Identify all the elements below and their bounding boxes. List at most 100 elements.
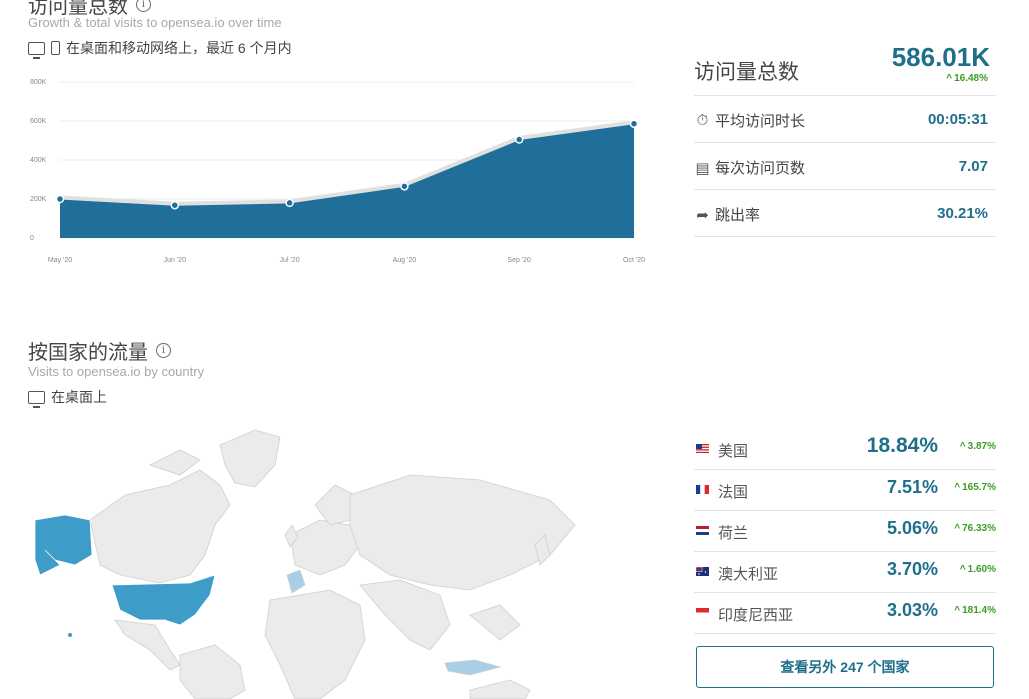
country-name: 澳大利亚: [718, 566, 779, 583]
country-title: 按国家的流量 i: [28, 336, 171, 365]
au-flag-icon: [696, 567, 709, 576]
metric-pages-value: 7.07: [958, 158, 988, 175]
map-arctic-islands[interactable]: [148, 449, 201, 476]
map-australia[interactable]: [469, 679, 531, 699]
map-africa[interactable]: [264, 589, 366, 699]
metric-total-delta: ^ 16.48%: [946, 73, 988, 84]
nl-flag-icon: [696, 526, 709, 535]
metric-bounce-value: 30.21%: [937, 205, 988, 222]
y-tick-label: 600K: [30, 118, 47, 125]
map-mexico[interactable]: [114, 619, 181, 671]
map-france[interactable]: [286, 569, 306, 594]
y-tick-label: 200K: [30, 196, 47, 203]
metric-total-value: 586.01K: [891, 42, 990, 72]
desktop-icon: [28, 390, 45, 408]
x-tick-label: Jul '20: [280, 257, 300, 264]
x-tick-label: Jun '20: [164, 257, 186, 264]
map-middle-east-india[interactable]: [359, 579, 451, 651]
metric-avg-duration-value: 00:05:31: [927, 111, 988, 128]
chart-point[interactable]: [629, 119, 639, 128]
chart-point[interactable]: [55, 194, 65, 204]
info-icon[interactable]: i: [156, 343, 171, 358]
country-pct: 3.03%: [886, 600, 938, 620]
country-device-note: 在桌面上: [51, 389, 107, 405]
country-delta: ^ 76.33%: [954, 523, 996, 534]
country-title-text: 按国家的流量: [28, 342, 148, 364]
map-usa[interactable]: [111, 574, 216, 626]
metric-pages-label-wrap: ▤ 每次访问页数: [694, 157, 805, 178]
chart-point[interactable]: [514, 135, 524, 144]
country-delta-value: 165.7%: [962, 482, 996, 493]
more-countries-button[interactable]: 查看另外 247 个国家: [696, 646, 994, 688]
map-scandinavia[interactable]: [314, 484, 356, 526]
page: 访问量总数 i Growth & total visits to opensea…: [0, 0, 1029, 699]
country-row-fr[interactable]: 法国 7.51% ^ 165.7%: [694, 470, 996, 511]
device-filter: 在桌面和移动网络上，最近 6 个月内: [28, 38, 292, 59]
map-southeast-asia[interactable]: [469, 604, 521, 641]
chart-x-labels: May '20 Jun '20 Jul '20 Aug '20 Sep '20 Oct '…: [48, 257, 645, 264]
country-pct: 18.84%: [866, 434, 938, 457]
map-hawaii[interactable]: [68, 633, 72, 637]
mobile-icon: [51, 41, 60, 55]
country-name: 美国: [718, 443, 749, 460]
up-arrow-icon: ^: [954, 605, 961, 616]
country-delta: ^ 165.7%: [954, 482, 996, 493]
metric-pages-per-visit: ▤ 每次访问页数 7.07: [694, 143, 996, 190]
map-indonesia[interactable]: [444, 659, 502, 676]
bounce-arrow-icon: ➦: [696, 206, 709, 224]
country-delta-value: 3.87%: [967, 441, 996, 452]
metric-total-delta-value: 16.48%: [954, 73, 988, 84]
map-asia[interactable]: [349, 474, 576, 591]
x-tick-label: Aug '20: [393, 257, 417, 264]
y-tick-label: 400K: [30, 157, 47, 164]
map-alaska[interactable]: [34, 514, 93, 576]
y-tick-label: 800K: [30, 79, 47, 86]
country-delta: ^ 1.60%: [960, 564, 996, 575]
up-arrow-icon: ^: [954, 482, 961, 493]
y-tick-label: 0: [30, 235, 34, 242]
country-row-us[interactable]: 美国 18.84% ^ 3.87%: [694, 429, 996, 470]
country-pct: 5.06%: [886, 518, 938, 538]
pages-icon: ▤: [695, 159, 710, 177]
country-device-filter: 在桌面上: [28, 387, 107, 408]
country-delta-value: 1.60%: [967, 564, 996, 575]
metric-bounce-label: 跳出率: [715, 207, 761, 224]
metric-total-label: 访问量总数: [694, 61, 799, 84]
map-europe[interactable]: [289, 519, 361, 576]
country-delta-value: 181.4%: [962, 605, 996, 616]
x-tick-label: Sep '20: [507, 257, 531, 264]
map-south-america[interactable]: [179, 644, 246, 699]
world-map: [34, 429, 576, 699]
map-greenland[interactable]: [219, 429, 281, 488]
country-name: 荷兰: [718, 525, 749, 542]
chart-point[interactable]: [285, 198, 294, 208]
map-canada[interactable]: [89, 469, 231, 584]
metric-total-visits: 访问量总数 586.01K ^ 16.48%: [694, 40, 996, 96]
metric-bounce-label-wrap: ➦ 跳出率: [694, 204, 760, 225]
up-arrow-icon: ^: [946, 73, 953, 84]
chart-point[interactable]: [400, 182, 409, 191]
country-name: 法国: [718, 484, 749, 501]
chart-point[interactable]: [170, 200, 180, 210]
id-flag-icon: [696, 608, 709, 617]
metric-avg-duration-label-wrap: ⏱ 平均访问时长: [694, 110, 805, 131]
country-subtitle: Visits to opensea.io by country: [28, 364, 205, 379]
country-pct: 3.70%: [886, 559, 938, 579]
fr-flag-icon: [696, 485, 709, 494]
up-arrow-icon: ^: [959, 564, 966, 575]
x-tick-label: Oct '20: [623, 257, 645, 264]
desktop-icon: [28, 41, 45, 59]
info-icon[interactable]: i: [136, 0, 151, 12]
visits-chart: May '20 Jun '20 Jul '20 Aug '20 Sep '20 Oct '…: [30, 79, 645, 264]
us-flag-icon: [696, 444, 709, 453]
country-row-au[interactable]: 澳大利亚 3.70% ^ 1.60%: [694, 552, 996, 593]
metric-pages-label: 每次访问页数: [715, 160, 806, 177]
metric-avg-duration-label: 平均访问时长: [715, 113, 806, 130]
country-delta: ^ 181.4%: [954, 605, 996, 616]
device-note: 在桌面和移动网络上，最近 6 个月内: [66, 40, 292, 56]
country-delta-value: 76.33%: [962, 523, 996, 534]
country-row-nl[interactable]: 荷兰 5.06% ^ 76.33%: [694, 511, 996, 552]
country-pct: 7.51%: [886, 477, 938, 497]
visits-subtitle: Growth & total visits to opensea.io over…: [28, 15, 282, 30]
country-row-id[interactable]: 印度尼西亚 3.03% ^ 181.4%: [694, 593, 996, 634]
